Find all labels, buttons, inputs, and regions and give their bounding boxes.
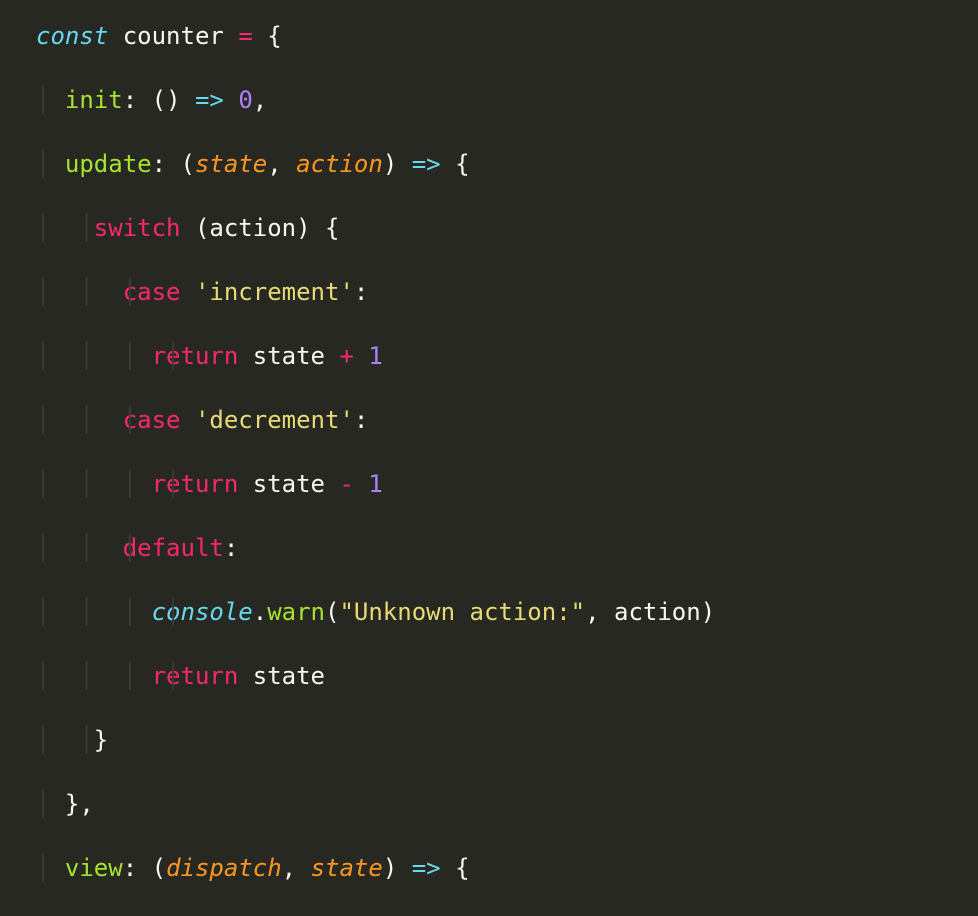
indent-guide: │ — [36, 148, 50, 180]
arrow: => — [195, 86, 224, 114]
keyword: return — [152, 662, 239, 690]
property: view — [65, 854, 123, 882]
keyword: case — [123, 406, 181, 434]
keyword: default — [123, 534, 224, 562]
code-line: │ update: (state, action) => { — [36, 148, 978, 180]
method: warn — [267, 598, 325, 626]
code-line: │ }, — [36, 788, 978, 820]
code-line: const counter = { — [36, 20, 978, 52]
arrow: => — [412, 854, 441, 882]
property: update — [65, 150, 152, 178]
string: "Unknown action:" — [339, 598, 585, 626]
string: 'increment' — [195, 278, 354, 306]
code-line: │ │ │ case 'decrement': — [36, 404, 978, 436]
code-block[interactable]: const counter = { │ init: () => 0, │ upd… — [0, 0, 978, 916]
string: 'decrement' — [195, 406, 354, 434]
keyword: case — [123, 278, 181, 306]
keyword-const: const — [36, 22, 108, 50]
indent-guide: │ — [36, 788, 50, 820]
keyword: switch — [94, 214, 181, 242]
number: 1 — [368, 470, 382, 498]
identifier: counter — [123, 22, 224, 50]
code-line: │ │ │ default: — [36, 532, 978, 564]
brace: } — [94, 726, 108, 754]
code-line: │ │ │ │ return state + 1 — [36, 340, 978, 372]
code-line: │ │ │ │ console.warn("Unknown action:", … — [36, 596, 978, 628]
code-line: │ view: (dispatch, state) => { — [36, 852, 978, 884]
param: action — [296, 150, 383, 178]
param: state — [311, 854, 383, 882]
param: state — [195, 150, 267, 178]
number: 1 — [368, 342, 382, 370]
number: 0 — [238, 86, 252, 114]
brace: } — [65, 790, 79, 818]
code-line: │ │ │ case 'increment': — [36, 276, 978, 308]
operator: = — [238, 22, 252, 50]
keyword: return — [152, 342, 239, 370]
code-line: │ │ switch (action) { — [36, 212, 978, 244]
property: init — [65, 86, 123, 114]
indent-guide: │ │ — [36, 212, 94, 244]
param: dispatch — [166, 854, 282, 882]
code-line: │ init: () => 0, — [36, 84, 978, 116]
indent-guide: │ │ — [36, 724, 94, 756]
code-line: │ │ } — [36, 724, 978, 756]
code-line: │ │ │ │ return state - 1 — [36, 468, 978, 500]
code-line: │ │ │ │ return state — [36, 660, 978, 692]
brace: { — [267, 22, 281, 50]
indent-guide: │ — [36, 84, 50, 116]
arrow: => — [412, 150, 441, 178]
indent-guide: │ — [36, 852, 50, 884]
keyword: return — [152, 470, 239, 498]
console: console — [152, 598, 253, 626]
